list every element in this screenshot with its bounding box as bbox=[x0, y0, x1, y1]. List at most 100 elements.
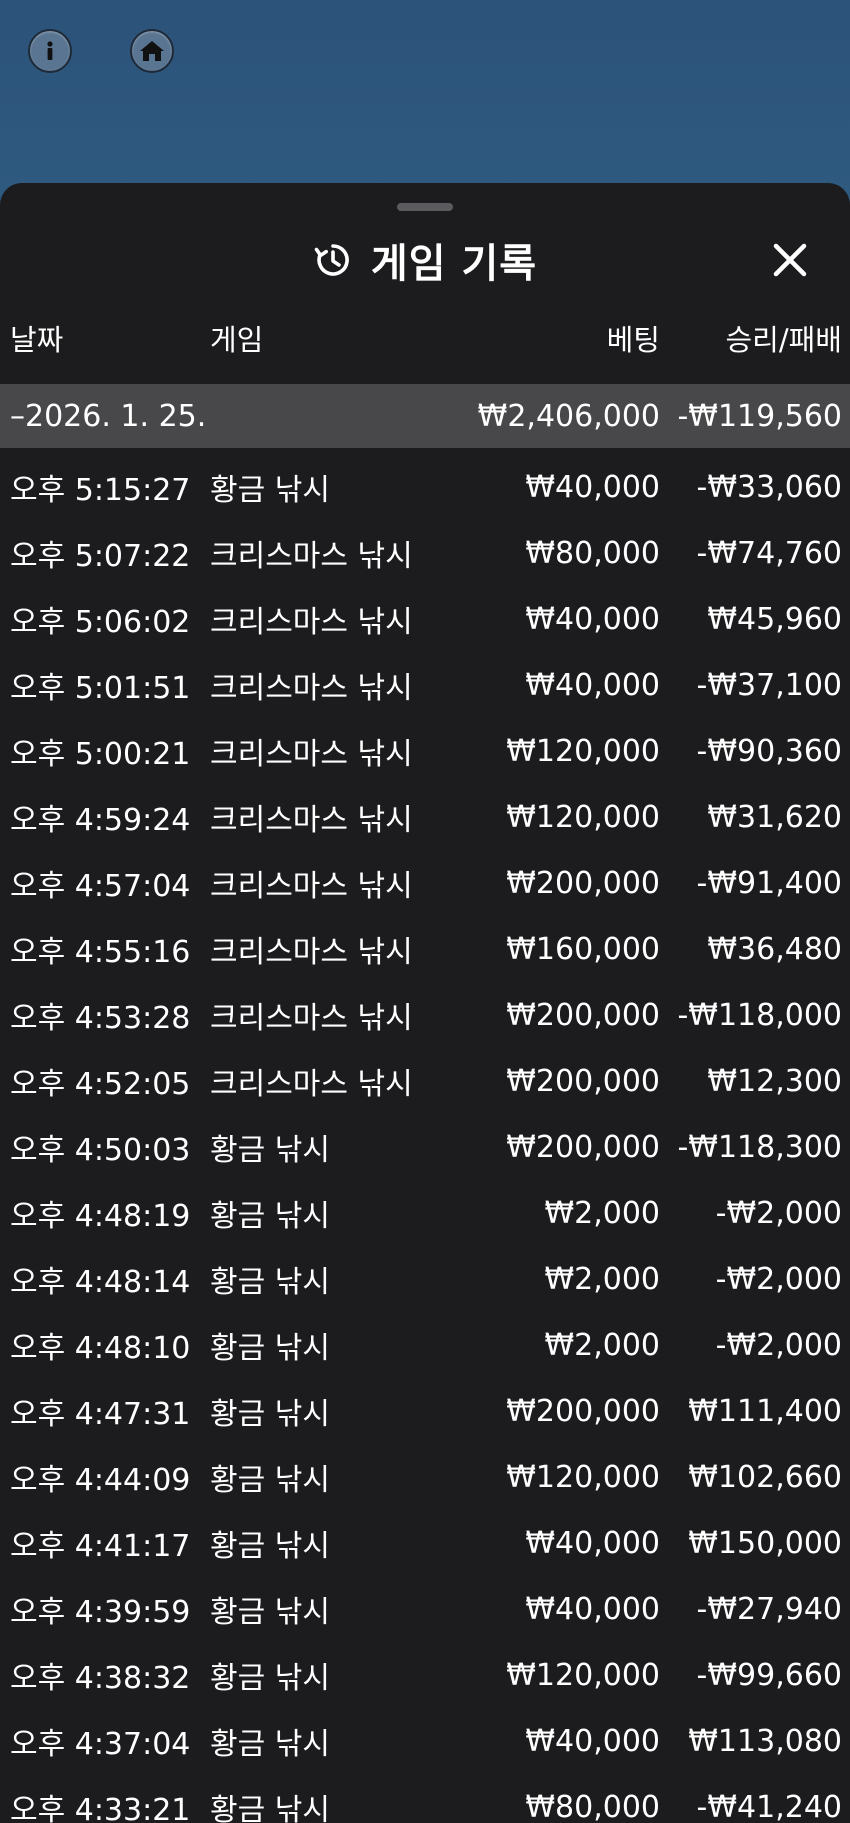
row-time: 오후 4:48:14 bbox=[10, 1265, 191, 1300]
row-time: 오후 4:50:03 bbox=[10, 1133, 191, 1168]
row-bet: ₩200,000 bbox=[506, 997, 660, 1033]
table-row[interactable]: 오후 4:44:09 황금 낚시 ₩120,000 ₩102,660 bbox=[0, 1444, 850, 1510]
row-time: 오후 4:57:04 bbox=[10, 869, 191, 904]
row-time: 오후 4:37:04 bbox=[10, 1727, 191, 1762]
row-win-loss: ₩111,400 bbox=[688, 1393, 842, 1429]
row-time: 오후 5:07:22 bbox=[10, 539, 191, 574]
game-history-sheet: 게임 기록 날짜 게임 베팅 승리/패배 –2026. 1. 25. ₩2,40… bbox=[0, 183, 850, 1823]
row-bet: ₩200,000 bbox=[506, 1393, 660, 1429]
table-row[interactable]: 오후 4:59:24 크리스마스 낚시 ₩120,000 ₩31,620 bbox=[0, 784, 850, 850]
row-bet: ₩120,000 bbox=[506, 1657, 660, 1693]
table-row[interactable]: 오후 4:39:59 황금 낚시 ₩40,000 -₩27,940 bbox=[0, 1576, 850, 1642]
row-game: 크리스마스 낚시 bbox=[210, 1001, 413, 1036]
row-bet: ₩120,000 bbox=[506, 733, 660, 769]
row-bet: ₩120,000 bbox=[506, 799, 660, 835]
row-bet: ₩200,000 bbox=[506, 1063, 660, 1099]
history-icon bbox=[314, 244, 349, 276]
close-button[interactable] bbox=[768, 238, 812, 282]
table-row[interactable]: 오후 5:07:22 크리스마스 낚시 ₩80,000 -₩74,760 bbox=[0, 520, 850, 586]
row-game: 황금 낚시 bbox=[210, 1331, 330, 1366]
column-header-game: 게임 bbox=[210, 323, 264, 357]
group-win-loss-total: -₩119,560 bbox=[677, 398, 842, 434]
row-game: 황금 낚시 bbox=[210, 1397, 330, 1432]
table-row[interactable]: 오후 4:47:31 황금 낚시 ₩200,000 ₩111,400 bbox=[0, 1378, 850, 1444]
row-win-loss: -₩99,660 bbox=[696, 1657, 842, 1693]
sheet-title: 게임 기록 bbox=[370, 241, 538, 287]
row-win-loss: ₩36,480 bbox=[707, 931, 842, 967]
row-win-loss: -₩37,100 bbox=[696, 667, 842, 703]
row-bet: ₩2,000 bbox=[544, 1327, 660, 1363]
row-time: 오후 4:39:59 bbox=[10, 1595, 191, 1630]
row-time: 오후 4:55:16 bbox=[10, 935, 191, 970]
row-bet: ₩40,000 bbox=[525, 469, 660, 505]
row-game: 황금 낚시 bbox=[210, 1265, 330, 1300]
row-win-loss: -₩74,760 bbox=[696, 535, 842, 571]
row-bet: ₩40,000 bbox=[525, 1525, 660, 1561]
row-bet: ₩200,000 bbox=[506, 1129, 660, 1165]
row-game: 크리스마스 낚시 bbox=[210, 671, 413, 706]
row-win-loss: -₩41,240 bbox=[696, 1789, 842, 1823]
table-row[interactable]: 오후 4:53:28 크리스마스 낚시 ₩200,000 -₩118,000 bbox=[0, 982, 850, 1048]
row-game: 황금 낚시 bbox=[210, 1661, 330, 1696]
sheet-grabber[interactable] bbox=[397, 203, 453, 211]
row-game: 황금 낚시 bbox=[210, 1727, 330, 1762]
date-group-row[interactable]: –2026. 1. 25. ₩2,406,000 -₩119,560 bbox=[0, 384, 850, 448]
column-header-win-loss: 승리/패배 bbox=[725, 323, 843, 357]
row-win-loss: -₩118,000 bbox=[677, 997, 842, 1033]
row-game: 황금 낚시 bbox=[210, 1793, 330, 1823]
table-row[interactable]: 오후 4:48:10 황금 낚시 ₩2,000 -₩2,000 bbox=[0, 1312, 850, 1378]
row-bet: ₩120,000 bbox=[506, 1459, 660, 1495]
row-time: 오후 4:41:17 bbox=[10, 1529, 191, 1564]
row-win-loss: -₩2,000 bbox=[715, 1195, 842, 1231]
table-row[interactable]: 오후 4:37:04 황금 낚시 ₩40,000 ₩113,080 bbox=[0, 1708, 850, 1774]
history-list: 오후 5:15:27 황금 낚시 ₩40,000 -₩33,060 오후 5:07:22… bbox=[0, 454, 850, 1823]
row-win-loss: ₩150,000 bbox=[688, 1525, 842, 1561]
row-bet: ₩40,000 bbox=[525, 667, 660, 703]
table-row[interactable]: 오후 4:48:19 황금 낚시 ₩2,000 -₩2,000 bbox=[0, 1180, 850, 1246]
row-win-loss: ₩31,620 bbox=[707, 799, 842, 835]
info-button[interactable] bbox=[28, 29, 72, 73]
table-row[interactable]: 오후 5:01:51 크리스마스 낚시 ₩40,000 -₩37,100 bbox=[0, 652, 850, 718]
row-win-loss: ₩12,300 bbox=[707, 1063, 842, 1099]
row-game: 크리스마스 낚시 bbox=[210, 935, 413, 970]
table-row[interactable]: 오후 4:57:04 크리스마스 낚시 ₩200,000 -₩91,400 bbox=[0, 850, 850, 916]
column-header-bet: 베팅 bbox=[606, 323, 660, 357]
row-bet: ₩160,000 bbox=[506, 931, 660, 967]
row-game: 황금 낚시 bbox=[210, 1529, 330, 1564]
row-game: 황금 낚시 bbox=[210, 1199, 330, 1234]
table-row[interactable]: 오후 4:38:32 황금 낚시 ₩120,000 -₩99,660 bbox=[0, 1642, 850, 1708]
home-button[interactable] bbox=[130, 29, 174, 73]
table-row[interactable]: 오후 4:52:05 크리스마스 낚시 ₩200,000 ₩12,300 bbox=[0, 1048, 850, 1114]
table-row[interactable]: 오후 5:06:02 크리스마스 낚시 ₩40,000 ₩45,960 bbox=[0, 586, 850, 652]
table-row[interactable]: 오후 4:48:14 황금 낚시 ₩2,000 -₩2,000 bbox=[0, 1246, 850, 1312]
table-row[interactable]: 오후 5:00:21 크리스마스 낚시 ₩120,000 -₩90,360 bbox=[0, 718, 850, 784]
row-bet: ₩200,000 bbox=[506, 865, 660, 901]
row-time: 오후 5:00:21 bbox=[10, 737, 191, 772]
row-win-loss: -₩2,000 bbox=[715, 1327, 842, 1363]
row-game: 황금 낚시 bbox=[210, 1133, 330, 1168]
home-icon bbox=[140, 41, 164, 61]
row-win-loss: -₩91,400 bbox=[696, 865, 842, 901]
row-time: 오후 4:33:21 bbox=[10, 1793, 191, 1823]
row-game: 황금 낚시 bbox=[210, 1595, 330, 1630]
info-icon bbox=[47, 41, 53, 60]
column-header-date: 날짜 bbox=[10, 323, 64, 357]
table-row[interactable]: 오후 4:55:16 크리스마스 낚시 ₩160,000 ₩36,480 bbox=[0, 916, 850, 982]
row-time: 오후 4:48:19 bbox=[10, 1199, 191, 1234]
row-bet: ₩40,000 bbox=[525, 1723, 660, 1759]
table-row[interactable]: 오후 4:41:17 황금 낚시 ₩40,000 ₩150,000 bbox=[0, 1510, 850, 1576]
table-row[interactable]: 오후 4:33:21 황금 낚시 ₩80,000 -₩41,240 bbox=[0, 1774, 850, 1823]
row-win-loss: ₩102,660 bbox=[688, 1459, 842, 1495]
row-game: 황금 낚시 bbox=[210, 473, 330, 508]
table-row[interactable]: 오후 4:50:03 황금 낚시 ₩200,000 -₩118,300 bbox=[0, 1114, 850, 1180]
group-date: –2026. 1. 25. bbox=[10, 398, 207, 434]
sheet-header: 게임 기록 bbox=[0, 223, 850, 297]
row-win-loss: -₩33,060 bbox=[696, 469, 842, 505]
row-game: 크리스마스 낚시 bbox=[210, 1067, 413, 1102]
row-game: 크리스마스 낚시 bbox=[210, 605, 413, 640]
game-background bbox=[0, 0, 850, 200]
row-time: 오후 4:38:32 bbox=[10, 1661, 191, 1696]
row-win-loss: -₩27,940 bbox=[696, 1591, 842, 1627]
table-row[interactable]: 오후 5:15:27 황금 낚시 ₩40,000 -₩33,060 bbox=[0, 454, 850, 520]
row-win-loss: -₩90,360 bbox=[696, 733, 842, 769]
